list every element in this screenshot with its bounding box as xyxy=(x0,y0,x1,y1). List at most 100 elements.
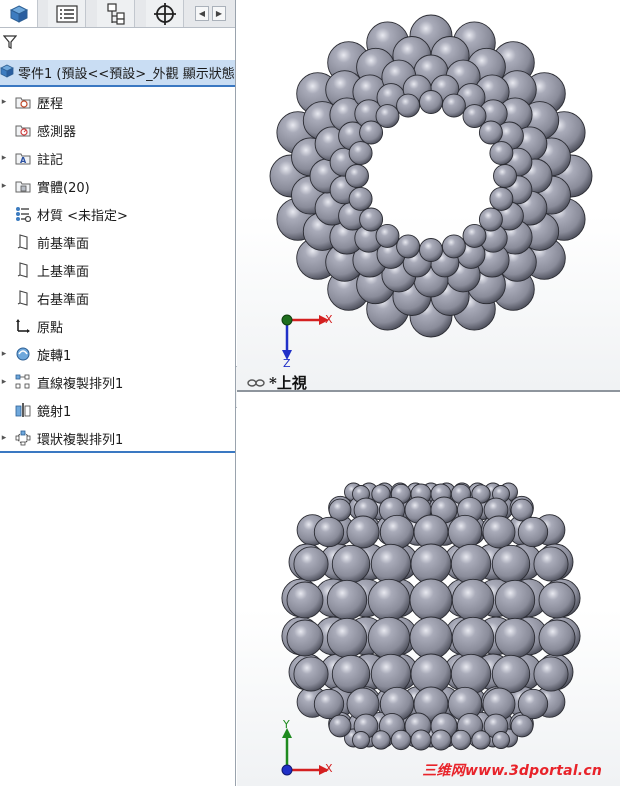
view-name: *上視 xyxy=(269,374,307,390)
sphere xyxy=(345,164,369,188)
tab-configurationmanager[interactable] xyxy=(97,0,135,27)
sphere xyxy=(489,186,514,211)
sphere xyxy=(313,688,345,720)
sphere xyxy=(359,207,384,232)
sphere xyxy=(293,546,329,582)
sphere xyxy=(538,619,576,657)
material-icon xyxy=(14,205,32,223)
sphere xyxy=(286,619,324,657)
feature-manager-panel: ◀ ▶ 零件1 (預設<<預設>_外觀 顯示狀態 ▸ 歷程感測器 ▸ A 註記 ▸ 實體(2… xyxy=(0,0,236,786)
scroll-left-icon[interactable]: ◀ xyxy=(195,6,209,21)
expand-arrow-icon[interactable]: ▸ xyxy=(0,349,8,359)
origin-icon xyxy=(14,317,32,335)
view-label: *上視 xyxy=(247,372,307,390)
tab-featuremanager[interactable] xyxy=(0,0,38,27)
tree-item[interactable]: ▸ 環狀複製排列1 xyxy=(0,427,235,449)
part-cube-icon xyxy=(9,4,28,23)
property-manager-icon xyxy=(55,4,78,23)
sphere xyxy=(326,617,368,659)
viewport-top-view[interactable]: X Z *上視 xyxy=(237,0,620,390)
sphere xyxy=(352,731,370,749)
expand-arrow-icon[interactable]: ▸ xyxy=(0,97,8,107)
sphere xyxy=(326,579,368,621)
tree-item-label: 原點 xyxy=(37,320,64,336)
sphere xyxy=(533,656,569,692)
circular-pattern-icon xyxy=(14,429,32,447)
sphere xyxy=(379,514,415,550)
sphere xyxy=(348,186,373,211)
sphere xyxy=(451,616,495,660)
sphere xyxy=(447,514,483,550)
sphere xyxy=(419,238,443,262)
sphere xyxy=(348,141,373,166)
tree-item[interactable]: 右基準面 xyxy=(0,287,235,309)
expand-arrow-icon[interactable]: ▸ xyxy=(0,433,8,443)
plane-icon xyxy=(14,261,32,279)
triad-x-label: X xyxy=(325,762,333,775)
history-folder-icon xyxy=(14,93,32,111)
tree-root-label: 零件1 (預設<<預設>_外觀 顯示狀態 xyxy=(18,67,235,82)
sphere xyxy=(478,120,503,145)
sphere xyxy=(451,578,495,622)
sphere xyxy=(491,654,531,694)
sphere xyxy=(533,546,569,582)
tree-item-label: 感測器 xyxy=(37,124,77,140)
tree-item[interactable]: 鏡射1 xyxy=(0,399,235,421)
sphere xyxy=(462,223,487,248)
revolve-icon xyxy=(14,345,32,363)
sphere xyxy=(471,730,491,750)
tree-item-label: 鏡射1 xyxy=(37,404,72,420)
sphere xyxy=(538,581,576,619)
tree-item-label: 旋轉1 xyxy=(37,348,72,364)
solid-bodies-folder-icon xyxy=(14,177,32,195)
sphere xyxy=(396,93,421,118)
sphere xyxy=(313,516,345,548)
tab-propertymanager[interactable] xyxy=(48,0,86,27)
sphere xyxy=(492,731,510,749)
tree-item-label: 前基準面 xyxy=(37,236,90,252)
linear-pattern-icon xyxy=(14,373,32,391)
panel-divider xyxy=(0,451,235,453)
expand-arrow-icon[interactable]: ▸ xyxy=(0,377,8,387)
viewport-front-view[interactable]: X Y 三维网www.3dportal.cn xyxy=(237,392,620,786)
filter-icon[interactable] xyxy=(0,32,20,52)
sphere xyxy=(517,516,549,548)
tree-item[interactable]: ▸ 旋轉1 xyxy=(0,343,235,365)
sphere xyxy=(293,656,329,692)
tree-item[interactable]: 材質 <未指定> xyxy=(0,203,235,225)
svg-text:A: A xyxy=(20,156,27,165)
expand-arrow-icon[interactable]: ▸ xyxy=(0,153,8,163)
sphere xyxy=(409,578,453,622)
sphere xyxy=(367,578,411,622)
tab-dimxpert[interactable] xyxy=(146,0,184,27)
sphere xyxy=(482,515,516,549)
tree-item[interactable]: ▸ 直線複製排列1 xyxy=(0,371,235,393)
sensors-folder-icon xyxy=(14,121,32,139)
tree-item[interactable]: ▸ A 註記 xyxy=(0,147,235,169)
tree-item[interactable]: 原點 xyxy=(0,315,235,337)
tree-item[interactable]: 感測器 xyxy=(0,119,235,141)
expand-arrow-icon[interactable]: ▸ xyxy=(0,181,8,191)
part-icon xyxy=(0,64,16,82)
sphere xyxy=(286,581,324,619)
tree-item-label: 上基準面 xyxy=(37,264,90,280)
sphere xyxy=(494,617,536,659)
sphere xyxy=(396,234,421,259)
sphere xyxy=(491,544,531,584)
tree-item-label: 註記 xyxy=(37,152,64,168)
scroll-right-icon[interactable]: ▶ xyxy=(212,6,226,21)
sphere xyxy=(370,543,412,585)
sphere xyxy=(419,90,443,114)
tree-item[interactable]: 前基準面 xyxy=(0,231,235,253)
sphere xyxy=(450,729,472,751)
tree-item[interactable]: 上基準面 xyxy=(0,259,235,281)
tree-item-label: 歷程 xyxy=(37,96,64,112)
link-icon xyxy=(247,378,265,387)
tree-item[interactable]: ▸ 歷程 xyxy=(0,91,235,113)
triad-y-label: Y xyxy=(283,718,290,731)
sphere xyxy=(489,141,514,166)
tree-item[interactable]: ▸ 實體(20) xyxy=(0,175,235,197)
manager-tab-bar: ◀ ▶ xyxy=(0,0,235,28)
tree-root-part[interactable]: 零件1 (預設<<預設>_外觀 顯示狀態 xyxy=(0,60,235,87)
tree-item-label: 右基準面 xyxy=(37,292,90,308)
